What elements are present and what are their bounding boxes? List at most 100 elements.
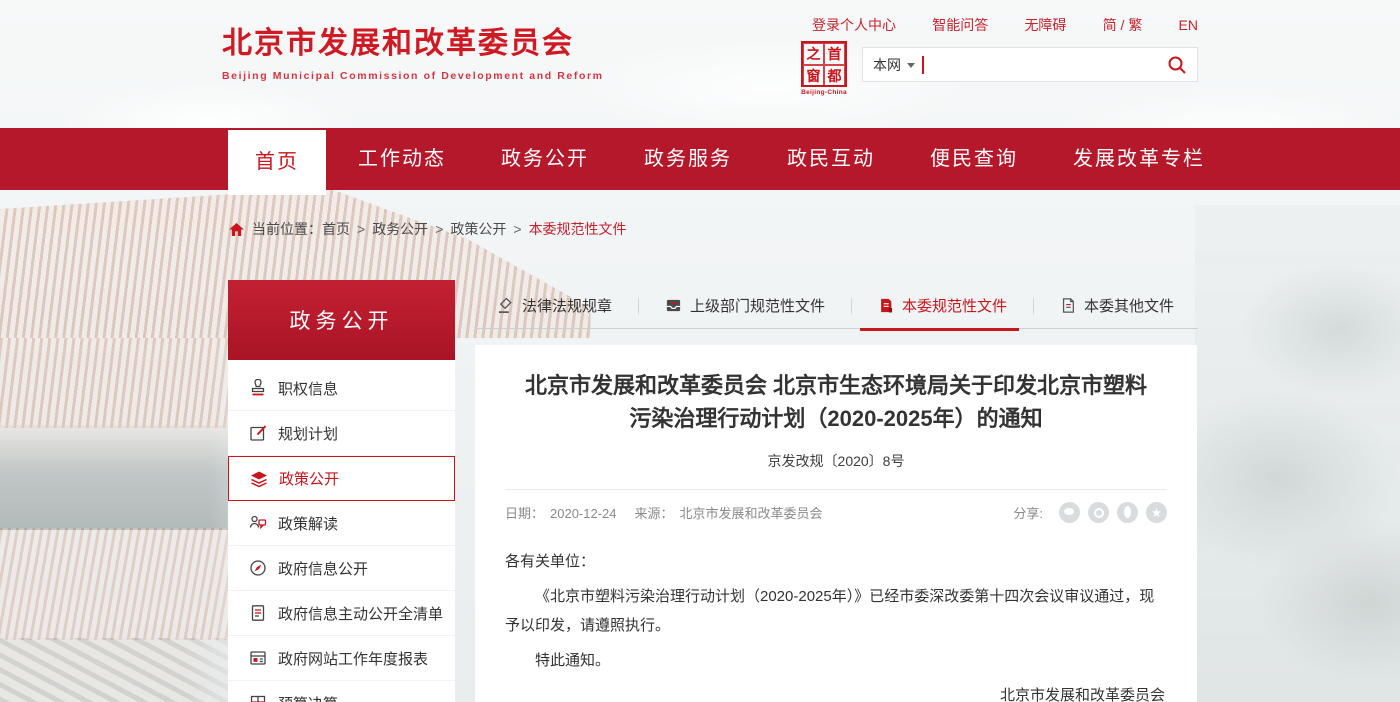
sidebar-item-label: 规划计划 <box>278 423 338 444</box>
gavel-icon <box>497 297 514 314</box>
wechat-share-icon[interactable] <box>1059 502 1080 523</box>
english-link[interactable]: EN <box>1179 17 1198 33</box>
search-scope-dropdown[interactable]: 本网 <box>873 55 922 75</box>
seal-caption: Beijing-China <box>798 89 850 96</box>
share-bar: 分享: <box>1013 502 1167 523</box>
document-number: 京发改规〔2020〕8号 <box>505 451 1167 471</box>
tab-label: 本委规范性文件 <box>902 295 1007 316</box>
breadcrumb-item-gov-disclosure[interactable]: 政务公开 <box>372 219 428 239</box>
site-subtitle: Beijing Municipal Commission of Developm… <box>222 70 604 82</box>
search-input[interactable] <box>924 53 1168 77</box>
sidebar: 政务公开 职权信息 <box>228 280 455 702</box>
background-trees <box>1195 205 1400 702</box>
sidebar-list: 职权信息 规划计划 <box>228 360 455 702</box>
article-salutation: 各有关单位： <box>505 547 1167 576</box>
seal-char: 首 <box>824 43 845 65</box>
nav-item-reform-special[interactable]: 发展改革专栏 <box>1073 128 1205 190</box>
sidebar-item-gov-info-disclosure[interactable]: 政府信息公开 <box>228 546 455 591</box>
header-links: 登录个人中心 智能问答 无障碍 简 / 繁 EN <box>812 15 1198 35</box>
sidebar-item-label: 政府网站工作年度报表 <box>278 648 428 669</box>
sidebar-item-plans[interactable]: 规划计划 <box>228 411 455 456</box>
nav-item-gov-services[interactable]: 政务服务 <box>644 128 732 190</box>
chevron-down-icon <box>907 63 915 68</box>
breadcrumb-item-current: 本委规范性文件 <box>529 219 627 239</box>
tab-superior-normative-docs[interactable]: 上级部门规范性文件 <box>665 283 825 329</box>
nav-items: 首页 工作动态 政务公开 政务服务 政民互动 便民查询 发展改革专栏 <box>228 128 1205 193</box>
seal-char: 窗 <box>803 65 824 87</box>
article-source: 北京市发展和改革委员会 <box>680 506 823 521</box>
inbox-icon <box>665 297 682 314</box>
sidebar-item-annual-report[interactable]: 政府网站工作年度报表 <box>228 636 455 681</box>
breadcrumb-separator: > <box>435 221 443 237</box>
seal-icon: 之 首 窗 都 <box>801 41 847 87</box>
site-logo[interactable]: 北京市发展和改革委员会 Beijing Municipal Commission… <box>222 18 604 82</box>
sidebar-item-label: 政策公开 <box>279 468 339 489</box>
content-tabs: 法律法规规章 上级部门规范性文件 <box>475 283 1198 329</box>
article-date: 2020-12-24 <box>550 506 617 521</box>
article-signature: 北京市发展和改革委员会 <box>505 681 1167 702</box>
breadcrumb: 当前位置： 首页 > 政务公开 > 政策公开 > 本委规范性文件 <box>229 219 627 239</box>
breadcrumb-separator: > <box>357 221 365 237</box>
annual-report-icon <box>249 649 267 667</box>
tab-laws-regulations[interactable]: 法律法规规章 <box>497 283 612 329</box>
search-icon[interactable] <box>1167 55 1187 75</box>
sidebar-item-budget[interactable]: 预算决算 <box>228 681 455 702</box>
sidebar-item-label: 预算决算 <box>278 693 338 702</box>
sidebar-item-label: 政府信息主动公开全清单 <box>278 603 443 624</box>
tab-label: 上级部门规范性文件 <box>690 295 825 316</box>
site-title: 北京市发展和改革委员会 <box>222 18 604 62</box>
breadcrumb-item-policy-disclosure[interactable]: 政策公开 <box>450 219 506 239</box>
budget-icon <box>249 694 267 702</box>
main-navbar: 首页 工作动态 政务公开 政务服务 政民互动 便民查询 发展改革专栏 <box>0 128 1400 190</box>
nav-item-gov-disclosure[interactable]: 政务公开 <box>501 128 589 190</box>
compass-icon <box>249 559 267 577</box>
article-title: 北京市发展和改革委员会 北京市生态环境局关于印发北京市塑料污染治理行动计划（20… <box>516 369 1156 435</box>
article-body: 各有关单位： 《北京市塑料污染治理行动计划（2020-2025年）》已经市委深改… <box>505 547 1167 702</box>
nav-item-convenience-query[interactable]: 便民查询 <box>930 128 1018 190</box>
home-icon[interactable] <box>229 223 244 236</box>
tab-commission-normative-docs[interactable]: 本委规范性文件 <box>878 283 1007 329</box>
divider <box>638 298 639 314</box>
sidebar-item-label: 政府信息公开 <box>278 558 368 579</box>
sidebar-item-proactive-disclosure-list[interactable]: 政府信息主动公开全清单 <box>228 591 455 636</box>
seal-char: 之 <box>803 43 824 65</box>
divider <box>505 489 1167 490</box>
article-paragraph: 《北京市塑料污染治理行动计划（2020-2025年）》已经市委深改委第十四次会议… <box>505 582 1167 640</box>
weibo-share-icon[interactable] <box>1088 502 1109 523</box>
tab-label: 本委其他文件 <box>1084 295 1174 316</box>
sidebar-item-policy-interpretation[interactable]: 政策解读 <box>228 501 455 546</box>
tab-commission-other-docs[interactable]: 本委其他文件 <box>1060 283 1174 329</box>
article-meta-left: 日期： 2020-12-24 来源： 北京市发展和改革委员会 <box>505 503 829 522</box>
nav-item-public-interaction[interactable]: 政民互动 <box>787 128 875 190</box>
breadcrumb-item-home[interactable]: 首页 <box>322 219 350 239</box>
breadcrumb-label: 当前位置： <box>252 219 322 239</box>
source-label: 来源： <box>635 506 674 521</box>
divider <box>1033 298 1034 314</box>
favorite-share-icon[interactable] <box>1146 502 1167 523</box>
article-paragraph: 特此通知。 <box>505 646 1167 675</box>
sidebar-item-policy-disclosure[interactable]: 政策公开 <box>228 456 455 501</box>
beijing-china-seal-logo[interactable]: 之 首 窗 都 Beijing-China <box>798 41 850 96</box>
document-red-icon <box>878 297 894 314</box>
share-label: 分享: <box>1013 503 1043 522</box>
sidebar-item-label: 政策解读 <box>278 513 338 534</box>
accessibility-link[interactable]: 无障碍 <box>1024 15 1066 35</box>
smart-qa-link[interactable]: 智能问答 <box>932 15 988 35</box>
login-personal-center-link[interactable]: 登录个人中心 <box>812 15 896 35</box>
sidebar-title: 政务公开 <box>228 280 455 360</box>
policy-layers-icon <box>250 470 268 488</box>
document-list-icon <box>249 604 267 622</box>
nav-item-work-news[interactable]: 工作动态 <box>358 128 446 190</box>
plan-edit-icon <box>249 424 267 442</box>
document-other-icon <box>1060 297 1076 314</box>
sidebar-item-authority-info[interactable]: 职权信息 <box>228 366 455 411</box>
nav-item-home[interactable]: 首页 <box>228 130 326 195</box>
sidebar-item-label: 职权信息 <box>278 378 338 399</box>
qq-share-icon[interactable] <box>1117 502 1138 523</box>
simplified-traditional-toggle[interactable]: 简 / 繁 <box>1103 15 1143 35</box>
page: 北京市发展和改革委员会 Beijing Municipal Commission… <box>0 0 1400 702</box>
article-panel: 北京市发展和改革委员会 北京市生态环境局关于印发北京市塑料污染治理行动计划（20… <box>475 345 1197 702</box>
divider <box>851 298 852 314</box>
search-bar: 本网 <box>862 47 1198 82</box>
date-label: 日期： <box>505 506 544 521</box>
